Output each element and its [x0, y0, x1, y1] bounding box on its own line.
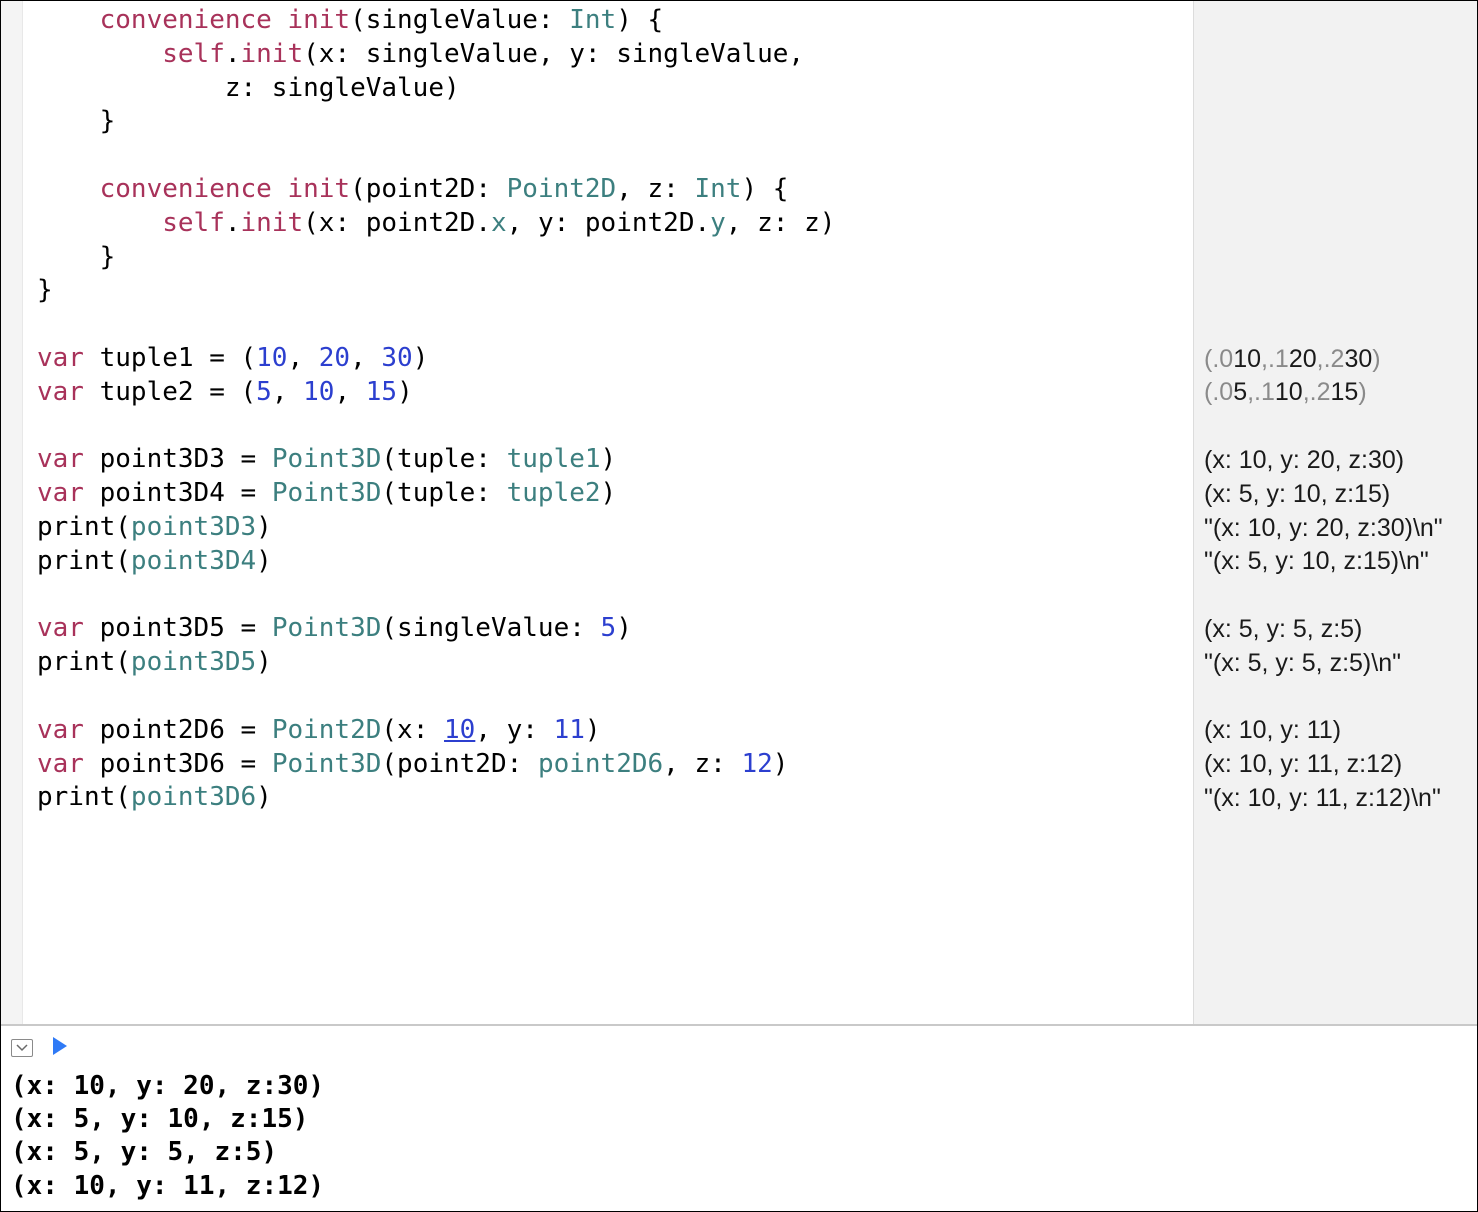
result-line[interactable]: "(x: 5, y: 5, z:5)\n" [1204, 646, 1471, 680]
play-icon[interactable] [51, 1033, 69, 1063]
console-line: (x: 10, y: 11, z:12) [11, 1170, 1467, 1203]
code-line[interactable] [37, 579, 1185, 613]
code-line[interactable]: } [37, 274, 1185, 308]
result-line[interactable] [1204, 579, 1471, 613]
code-line[interactable]: } [37, 105, 1185, 139]
code-line[interactable]: var point3D6 = Point3D(point2D: point2D6… [37, 748, 1185, 782]
result-line[interactable] [1204, 105, 1471, 139]
code-line[interactable]: var tuple1 = (10, 20, 30) [37, 342, 1185, 376]
console-line: (x: 5, y: 10, z:15) [11, 1103, 1467, 1136]
result-line[interactable]: (x: 10, y: 11, z:12) [1204, 748, 1471, 782]
result-line[interactable]: (.0 5, .1 10, .2 15) [1204, 376, 1471, 410]
code-line[interactable]: var point3D5 = Point3D(singleValue: 5) [37, 612, 1185, 646]
code-line[interactable]: var tuple2 = (5, 10, 15) [37, 376, 1185, 410]
result-line[interactable] [1204, 139, 1471, 173]
code-line[interactable]: print(point3D4) [37, 545, 1185, 579]
code-line[interactable]: print(point3D5) [37, 646, 1185, 680]
result-line[interactable] [1204, 241, 1471, 275]
result-line[interactable]: (x: 5, y: 10, z:15) [1204, 477, 1471, 511]
code-line[interactable]: z: singleValue) [37, 72, 1185, 106]
result-line[interactable] [1204, 4, 1471, 38]
code-line[interactable]: self.init(x: point2D.x, y: point2D.y, z:… [37, 207, 1185, 241]
result-line[interactable] [1204, 72, 1471, 106]
console-toolbar [1, 1026, 1477, 1070]
result-line[interactable] [1204, 38, 1471, 72]
result-line[interactable]: (x: 10, y: 20, z:30) [1204, 443, 1471, 477]
results-sidebar: (.0 10, .1 20, .2 30)(.0 5, .1 10, .2 15… [1193, 1, 1477, 1024]
result-line[interactable] [1204, 680, 1471, 714]
result-line[interactable] [1204, 308, 1471, 342]
result-line[interactable] [1204, 173, 1471, 207]
code-line[interactable] [37, 308, 1185, 342]
console-menu-icon[interactable] [11, 1039, 33, 1057]
result-line[interactable]: "(x: 10, y: 20, z:30)\n" [1204, 511, 1471, 545]
console-line: (x: 5, y: 5, z:5) [11, 1136, 1467, 1169]
result-line[interactable]: (x: 10, y: 11) [1204, 714, 1471, 748]
result-line[interactable]: (x: 5, y: 5, z:5) [1204, 612, 1471, 646]
code-line[interactable] [37, 139, 1185, 173]
code-line[interactable]: convenience init(point2D: Point2D, z: In… [37, 173, 1185, 207]
result-line[interactable] [1204, 274, 1471, 308]
code-line[interactable]: var point3D3 = Point3D(tuple: tuple1) [37, 443, 1185, 477]
code-line[interactable]: print(point3D6) [37, 781, 1185, 815]
code-line[interactable]: convenience init(singleValue: Int) { [37, 4, 1185, 38]
editor-area: convenience init(singleValue: Int) { sel… [1, 1, 1477, 1025]
code-line[interactable] [37, 680, 1185, 714]
result-line[interactable] [1204, 410, 1471, 444]
console-output: (x: 10, y: 20, z:30)(x: 5, y: 10, z:15)(… [1, 1070, 1477, 1203]
console-line: (x: 10, y: 20, z:30) [11, 1070, 1467, 1103]
result-line[interactable]: "(x: 10, y: 11, z:12)\n" [1204, 781, 1471, 815]
code-line[interactable]: } [37, 241, 1185, 275]
code-line[interactable]: var point2D6 = Point2D(x: 10, y: 11) [37, 714, 1185, 748]
console-area: (x: 10, y: 20, z:30)(x: 5, y: 10, z:15)(… [1, 1025, 1477, 1211]
gutter [1, 1, 23, 1024]
code-line[interactable]: var point3D4 = Point3D(tuple: tuple2) [37, 477, 1185, 511]
code-line[interactable] [37, 410, 1185, 444]
code-pane[interactable]: convenience init(singleValue: Int) { sel… [23, 1, 1193, 1024]
result-line[interactable]: "(x: 5, y: 10, z:15)\n" [1204, 545, 1471, 579]
code-line[interactable]: self.init(x: singleValue, y: singleValue… [37, 38, 1185, 72]
result-line[interactable] [1204, 207, 1471, 241]
result-line[interactable]: (.0 10, .1 20, .2 30) [1204, 342, 1471, 376]
code-line[interactable]: print(point3D3) [37, 511, 1185, 545]
